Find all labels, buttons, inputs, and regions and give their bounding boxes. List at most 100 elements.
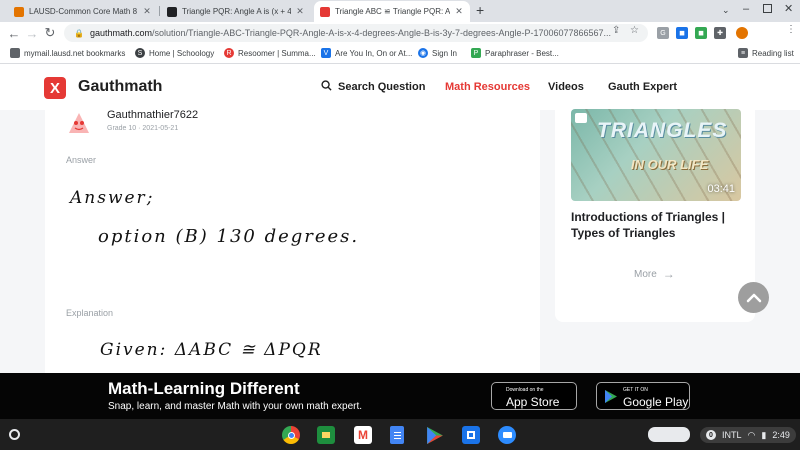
keyboard-layout: INTL <box>722 430 742 440</box>
google-classroom-icon[interactable] <box>317 426 335 444</box>
video-duration: 03:41 <box>707 183 735 195</box>
paraphraser-icon: P <box>471 48 481 58</box>
browser-tab-strip: LAUSD-Common Core Math 8 B ✕ Triangle PQ… <box>0 0 800 22</box>
wifi-icon: ◠ <box>747 429 756 440</box>
app-store-big-text: App Store <box>506 395 560 409</box>
close-icon[interactable]: ✕ <box>142 6 152 17</box>
google-docs-icon[interactable] <box>390 426 404 444</box>
bookmark-sign-in[interactable]: ◉ Sign In <box>418 48 457 58</box>
close-icon[interactable]: ✕ <box>454 6 464 17</box>
answer-label: Answer <box>66 155 97 165</box>
chevron-up-icon <box>746 293 761 302</box>
bookmark-label: mymail.lausd.net bookmarks <box>24 48 126 58</box>
nav-videos[interactable]: Videos <box>548 81 584 93</box>
gauthmath-logo-icon[interactable]: X <box>44 77 66 99</box>
zoom-app-icon[interactable] <box>498 426 516 444</box>
video-title[interactable]: Introductions of Triangles | Types of Tr… <box>571 209 746 241</box>
tab-title: Triangle PQR: Angle A is (x + 4) d <box>182 7 291 16</box>
minimize-icon[interactable]: – <box>743 3 749 15</box>
more-label: More <box>634 268 657 280</box>
google-play-button[interactable]: GET IT ON Google Play <box>596 382 690 410</box>
reading-list-button[interactable]: ≡ Reading list <box>738 48 794 58</box>
clock: 2:49 <box>772 430 790 440</box>
lausd-favicon-icon <box>14 6 24 17</box>
window-close-icon[interactable]: ✕ <box>784 2 793 15</box>
bookmark-resoomer[interactable]: R Resoomer | Summa... <box>224 48 316 58</box>
bookmark-label: Sign In <box>432 48 457 58</box>
browser-toolbar: ← → ↻ 🔒 gauthmath.com /solution/Triangle… <box>0 22 800 44</box>
bookmark-are-you-in[interactable]: V Are You In, On or At... <box>321 48 412 58</box>
tab-triangle-pqr[interactable]: Triangle PQR: Angle A is (x + 4) d ✕ <box>161 1 311 22</box>
meet-icon[interactable] <box>462 426 480 444</box>
thumbnail-title-text: TRIANGLES <box>597 119 728 142</box>
maximize-icon[interactable] <box>763 4 772 13</box>
reading-list-label: Reading list <box>752 48 794 58</box>
google-play-big-text: Google Play <box>623 395 689 409</box>
back-arrow-icon[interactable]: ← <box>6 25 22 41</box>
extension-g-icon[interactable]: G <box>657 27 669 39</box>
avatar <box>69 113 89 133</box>
battery-icon: ▮ <box>761 429 767 440</box>
more-link[interactable]: More → <box>634 267 675 281</box>
google-play-logo-icon <box>605 389 617 403</box>
handwritten-answer-line-1: Answer; <box>70 188 155 208</box>
tote-holding-space-icon[interactable] <box>648 427 690 442</box>
folder-icon <box>10 48 20 58</box>
page-favicon-icon <box>167 6 177 17</box>
lock-icon: 🔒 <box>74 28 84 38</box>
profile-avatar[interactable] <box>736 27 748 39</box>
bookmark-label: Paraphraser - Best... <box>485 48 559 58</box>
nav-search-question[interactable]: Search Question <box>338 81 425 93</box>
gauthmath-logo-text[interactable]: Gauthmath <box>78 78 162 96</box>
app-promo-banner: Math-Learning Different Snap, learn, and… <box>0 373 800 419</box>
bookmark-label: Home | Schoology <box>149 48 215 58</box>
scroll-to-top-button[interactable] <box>738 282 769 313</box>
chrome-app-icon[interactable] <box>282 426 300 444</box>
close-icon[interactable]: ✕ <box>295 6 305 17</box>
nav-math-resources[interactable]: Math Resources <box>445 81 530 93</box>
bookmark-folder-mymail[interactable]: mymail.lausd.net bookmarks <box>10 48 125 58</box>
nav-gauth-expert[interactable]: Gauth Expert <box>608 81 677 93</box>
gauthmath-favicon-icon <box>320 6 330 17</box>
bookmarks-bar: mymail.lausd.net bookmarks S Home | Scho… <box>0 44 800 64</box>
arrow-right-icon: → <box>662 267 675 281</box>
extension-green-icon[interactable]: ◼ <box>695 27 707 39</box>
extension-blue-icon[interactable]: ◼ <box>676 27 688 39</box>
battery-saver-icon: 0 <box>706 430 716 440</box>
tab-lausd[interactable]: LAUSD-Common Core Math 8 B ✕ <box>8 1 158 22</box>
tab-title: Triangle ABC ≌ Triangle PQR: An <box>335 7 450 16</box>
reload-icon[interactable]: ↻ <box>42 25 58 41</box>
play-store-icon[interactable] <box>426 426 444 444</box>
url-host: gauthmath.com <box>89 28 153 38</box>
search-icon[interactable] <box>321 80 332 91</box>
video-thumbnail[interactable]: TRIANGLES IN OUR LIFE 03:41 <box>571 109 741 201</box>
answer-meta: Grade 10 · 2021-05-21 <box>107 125 179 132</box>
tab-search-chevron-down-icon[interactable]: ⌄ <box>722 5 730 16</box>
tab-divider <box>159 6 160 16</box>
system-tray[interactable]: 0 INTL ◠ ▮ 2:49 <box>700 427 796 443</box>
forward-arrow-icon[interactable]: → <box>24 25 40 41</box>
kebab-menu-icon[interactable]: ⋮ <box>786 24 796 35</box>
new-tab-button[interactable]: + <box>476 2 484 18</box>
promo-subtitle: Snap, learn, and master Math with your o… <box>108 401 363 412</box>
globe-icon: ◉ <box>418 48 428 58</box>
bookmark-label: Resoomer | Summa... <box>238 48 316 58</box>
bookmark-star-icon[interactable]: ☆ <box>630 25 639 36</box>
video-badge-icon <box>575 113 587 123</box>
launcher-icon[interactable] <box>9 429 20 440</box>
answerer-username[interactable]: Gauthmathier7622 <box>107 109 198 121</box>
thumbnail-subtitle-text: IN OUR LIFE <box>631 157 709 172</box>
promo-title: Math-Learning Different <box>108 379 300 398</box>
reading-list-icon: ≡ <box>738 48 748 58</box>
tab-triangle-abc-active[interactable]: Triangle ABC ≌ Triangle PQR: An ✕ <box>314 1 470 22</box>
app-store-button[interactable]: Download on the App Store <box>491 382 577 410</box>
bookmark-paraphraser[interactable]: P Paraphraser - Best... <box>471 48 559 58</box>
extensions-puzzle-icon[interactable]: ✚ <box>714 27 726 39</box>
bookmark-schoology[interactable]: S Home | Schoology <box>135 48 214 58</box>
share-icon[interactable]: ⇪ <box>612 25 620 36</box>
handwritten-answer-line-2: option (B) 130 degrees. <box>98 226 360 247</box>
vocabulary-icon: V <box>321 48 331 58</box>
gmail-icon[interactable]: M <box>354 426 372 444</box>
bookmark-label: Are You In, On or At... <box>335 48 413 58</box>
address-bar[interactable]: 🔒 gauthmath.com /solution/Triangle-ABC-T… <box>64 24 648 42</box>
